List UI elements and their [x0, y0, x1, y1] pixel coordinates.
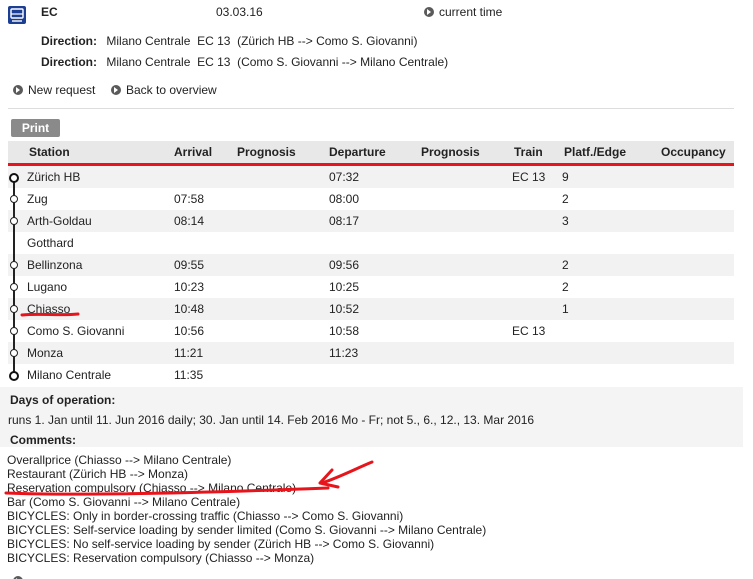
red-underline-annotation: [20, 312, 80, 317]
station-name: Zürich HB: [27, 170, 81, 184]
column-header-occupancy: Occupancy: [661, 145, 726, 159]
station-name: Bellinzona: [27, 258, 83, 272]
stop-marker: [10, 327, 18, 335]
column-header-departure: Departure: [329, 145, 386, 159]
current-time-link[interactable]: current time: [424, 5, 502, 19]
departure-time: 11:23: [329, 346, 359, 360]
route-line: [13, 177, 15, 375]
platform: 2: [562, 192, 569, 206]
station-name: Zug: [27, 192, 48, 206]
column-header-platform: Platf./Edge: [564, 145, 627, 159]
direction-value: Milano Centrale EC 13 (Como S. Giovanni …: [106, 55, 449, 69]
train-number: EC 13: [512, 324, 546, 338]
current-time-label: current time: [439, 5, 503, 19]
platform: 2: [562, 280, 569, 294]
platform: 9: [562, 170, 569, 184]
arrival-time: 08:14: [174, 214, 205, 228]
journey-date: 03.03.16: [216, 5, 263, 19]
back-to-overview-link[interactable]: Back to overview: [111, 83, 217, 97]
comment-line: BICYCLES: Self-service loading by sender…: [7, 523, 487, 537]
departure-time: 10:25: [329, 280, 360, 294]
arrival-time: 07:58: [174, 192, 205, 206]
station-name: Milano Centrale: [27, 368, 112, 382]
station-name: Como S. Giovanni: [27, 324, 125, 338]
arrival-time: 09:55: [174, 258, 205, 272]
train-name: EC: [41, 5, 58, 19]
column-header-arrival-prognosis: Prognosis: [237, 145, 296, 159]
stop-marker: [10, 283, 18, 291]
arrow-right-icon: [13, 85, 23, 95]
departure-time: 10:52: [329, 302, 360, 316]
comment-line: BICYCLES: Reservation compulsory (Chiass…: [7, 551, 315, 565]
direction-value: Milano Centrale EC 13 (Zürich HB --> Com…: [106, 34, 418, 48]
train-number: EC 13: [512, 170, 546, 184]
table-row: Monza 11:21 11:23: [8, 342, 734, 364]
stop-marker: [9, 173, 19, 183]
table-row: Chiasso 10:48 10:52 1: [8, 298, 734, 320]
arrival-time: 10:23: [174, 280, 205, 294]
table-header: Station Arrival Prognosis Departure Prog…: [8, 141, 734, 166]
comment-line: BICYCLES: Only in border-crossing traffi…: [7, 509, 404, 523]
direction-row-2: Direction: Milano Centrale EC 13 (Como S…: [41, 55, 448, 69]
column-header-arrival: Arrival: [174, 145, 213, 159]
stop-marker: [10, 195, 18, 203]
days-of-operation-text: runs 1. Jan until 11. Jun 2016 daily; 30…: [8, 413, 535, 427]
bottom-nav-cut: [13, 574, 213, 579]
arrival-time: 11:35: [174, 368, 204, 382]
departure-time: 08:17: [329, 214, 360, 228]
back-to-overview-label: Back to overview: [126, 83, 217, 97]
stop-marker: [10, 349, 18, 357]
table-row: Gotthard: [8, 232, 734, 254]
table-row: Zug 07:58 08:00 2: [8, 188, 734, 210]
departure-time: 07:32: [329, 170, 360, 184]
platform: 3: [562, 214, 569, 228]
arrow-right-icon: [424, 7, 434, 17]
station-name: Arth-Goldau: [27, 214, 92, 228]
new-request-label: New request: [28, 83, 96, 97]
comments-title: Comments:: [10, 433, 77, 447]
divider: [8, 108, 734, 109]
arrival-time: 10:56: [174, 324, 205, 338]
direction-label: Direction:: [41, 34, 98, 48]
table-row: Lugano 10:23 10:25 2: [8, 276, 734, 298]
departure-time: 09:56: [329, 258, 360, 272]
direction-label: Direction:: [41, 55, 98, 69]
table-row: Arth-Goldau 08:14 08:17 3: [8, 210, 734, 232]
station-name: Lugano: [27, 280, 68, 294]
arrival-time: 11:21: [174, 346, 204, 360]
arrival-time: 10:48: [174, 302, 205, 316]
stop-marker: [9, 371, 19, 381]
red-arrow-annotation: [4, 460, 374, 496]
table-row: Zürich HB 07:32 EC 13 9: [8, 166, 734, 188]
station-name: Gotthard: [27, 236, 74, 250]
platform: 2: [562, 258, 569, 272]
train-icon: [8, 6, 26, 24]
table-row: Como S. Giovanni 10:56 10:58 EC 13: [8, 320, 734, 342]
platform: 1: [562, 302, 569, 316]
stop-marker: [10, 261, 18, 269]
direction-row-1: Direction: Milano Centrale EC 13 (Zürich…: [41, 34, 417, 48]
column-header-station: Station: [29, 145, 70, 159]
table-row: Bellinzona 09:55 09:56 2: [8, 254, 734, 276]
stop-marker: [10, 217, 18, 225]
table-row: Milano Centrale 11:35: [8, 364, 734, 386]
print-button[interactable]: Print: [11, 119, 60, 137]
departure-time: 08:00: [329, 192, 360, 206]
departure-time: 10:58: [329, 324, 360, 338]
column-header-train: Train: [514, 145, 543, 159]
new-request-link[interactable]: New request: [13, 83, 95, 97]
arrow-right-icon: [111, 85, 121, 95]
station-name: Monza: [27, 346, 64, 360]
days-of-operation-title: Days of operation:: [10, 393, 116, 407]
comment-line: BICYCLES: No self-service loading by sen…: [7, 537, 435, 551]
stop-marker: [10, 305, 18, 313]
column-header-departure-prognosis: Prognosis: [421, 145, 480, 159]
